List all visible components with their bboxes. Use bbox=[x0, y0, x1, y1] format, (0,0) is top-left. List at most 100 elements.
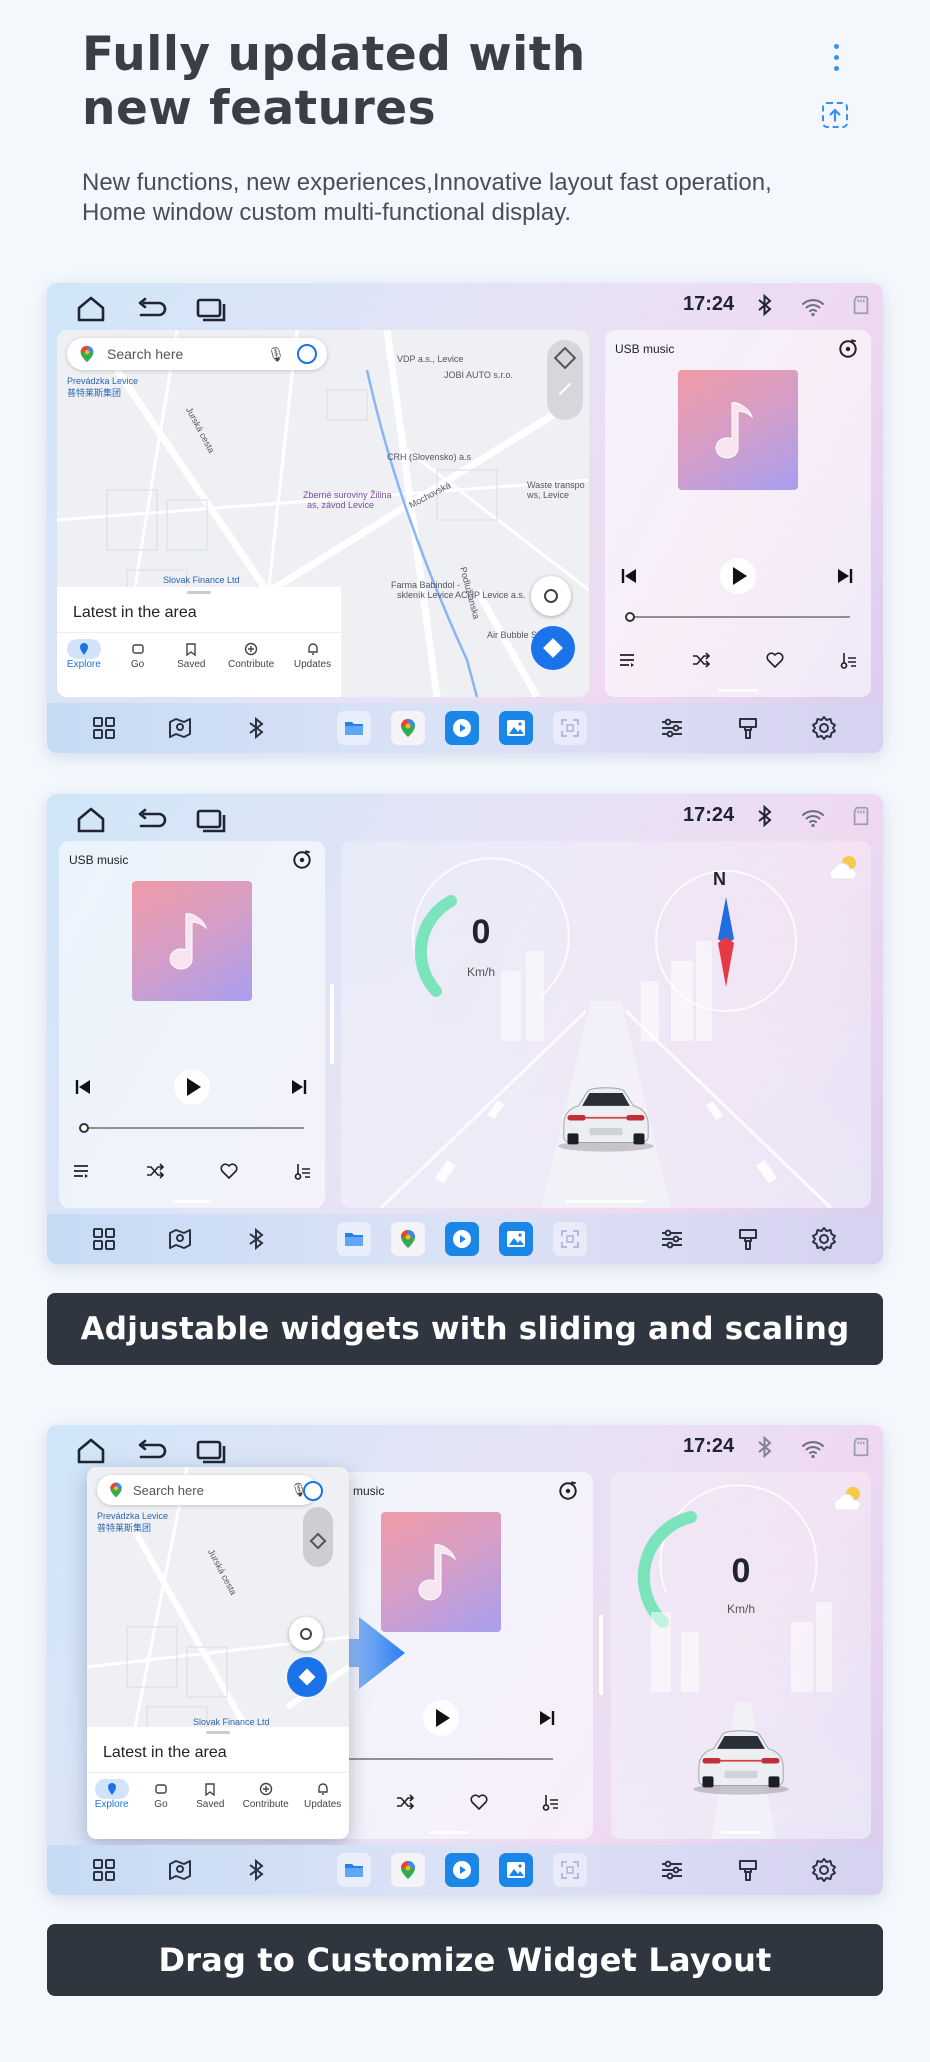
map-widget-dragging[interactable]: Search here 🎙 Prevádzka Levice 普特莱斯集团 Ju… bbox=[87, 1467, 349, 1839]
back-icon[interactable] bbox=[135, 1437, 167, 1470]
settings-sliders-icon[interactable] bbox=[659, 715, 685, 741]
media-player-app[interactable] bbox=[445, 1853, 479, 1887]
progress-thumb[interactable] bbox=[79, 1123, 89, 1133]
layers-icon[interactable] bbox=[309, 1532, 327, 1550]
bluetooth-icon[interactable] bbox=[243, 1226, 269, 1252]
settings-gear-icon[interactable] bbox=[811, 715, 837, 741]
account-icon[interactable] bbox=[303, 1481, 323, 1501]
screenshot-app[interactable] bbox=[553, 711, 587, 745]
map-search-bar[interactable]: Search here 🎙 bbox=[97, 1475, 317, 1505]
settings-gear-icon[interactable] bbox=[811, 1857, 837, 1883]
theme-brush-icon[interactable] bbox=[735, 1857, 761, 1883]
weather-icon[interactable] bbox=[825, 853, 865, 888]
widget-handle[interactable] bbox=[718, 689, 758, 692]
media-player-app[interactable] bbox=[445, 711, 479, 745]
sheet-handle[interactable] bbox=[206, 1731, 230, 1734]
navigation-icon[interactable] bbox=[167, 1226, 193, 1252]
tab-go[interactable]: Go bbox=[121, 639, 155, 670]
equalizer-icon[interactable] bbox=[541, 1792, 561, 1817]
recent-apps-icon[interactable] bbox=[195, 806, 227, 839]
tab-go[interactable]: Go bbox=[144, 1779, 178, 1810]
widget-handle[interactable] bbox=[565, 1200, 645, 1203]
progress-track[interactable] bbox=[84, 1127, 304, 1129]
layers-control[interactable] bbox=[303, 1507, 333, 1567]
more-options-icon[interactable] bbox=[830, 44, 842, 80]
back-icon[interactable] bbox=[135, 806, 167, 839]
progress-track[interactable] bbox=[333, 1758, 553, 1760]
tab-updates[interactable]: Updates bbox=[304, 1779, 341, 1810]
progress-thumb[interactable] bbox=[625, 612, 635, 622]
screenshot-app[interactable] bbox=[553, 1853, 587, 1887]
settings-sliders-icon[interactable] bbox=[659, 1857, 685, 1883]
music-widget[interactable]: USB music bbox=[59, 841, 325, 1208]
theme-brush-icon[interactable] bbox=[735, 715, 761, 741]
resize-handle[interactable] bbox=[330, 984, 334, 1064]
widget-handle[interactable] bbox=[721, 1831, 761, 1834]
music-source-icon[interactable] bbox=[557, 1480, 579, 1507]
tab-contribute[interactable]: Contribute bbox=[243, 1779, 289, 1810]
google-maps-app[interactable] bbox=[391, 1853, 425, 1887]
favorite-icon[interactable] bbox=[469, 1792, 489, 1817]
next-track-button[interactable] bbox=[289, 1077, 309, 1102]
account-icon[interactable] bbox=[297, 344, 317, 364]
gallery-app[interactable] bbox=[499, 1222, 533, 1256]
recent-apps-icon[interactable] bbox=[195, 1437, 227, 1470]
search-placeholder[interactable]: Search here bbox=[133, 1483, 290, 1498]
bluetooth-icon[interactable] bbox=[243, 715, 269, 741]
driving-dashboard-widget[interactable]: 0 Km/h bbox=[611, 1472, 871, 1839]
tab-explore[interactable]: Explore bbox=[66, 639, 101, 670]
mic-icon[interactable]: 🎙 bbox=[267, 346, 285, 363]
layers-icon[interactable] bbox=[553, 346, 577, 370]
file-manager-app[interactable] bbox=[337, 1222, 371, 1256]
shuffle-icon[interactable] bbox=[395, 1792, 415, 1817]
recent-apps-icon[interactable] bbox=[195, 295, 227, 328]
directions-button[interactable] bbox=[531, 626, 575, 670]
app-grid-icon[interactable] bbox=[91, 1857, 117, 1883]
home-icon[interactable] bbox=[75, 295, 107, 328]
play-button[interactable] bbox=[718, 556, 758, 601]
settings-gear-icon[interactable] bbox=[811, 1226, 837, 1252]
media-player-app[interactable] bbox=[445, 1222, 479, 1256]
music-source-icon[interactable] bbox=[837, 338, 859, 365]
navigation-icon[interactable] bbox=[167, 1857, 193, 1883]
music-source-icon[interactable] bbox=[291, 849, 313, 876]
next-track-button[interactable] bbox=[537, 1708, 557, 1733]
music-widget[interactable]: USB music bbox=[605, 330, 871, 697]
search-placeholder[interactable]: Search here bbox=[107, 346, 267, 362]
shuffle-icon[interactable] bbox=[691, 650, 711, 675]
back-icon[interactable] bbox=[135, 295, 167, 328]
previous-track-button[interactable] bbox=[619, 566, 639, 591]
driving-dashboard-widget[interactable]: 0 Km/h N bbox=[341, 841, 871, 1208]
google-maps-app[interactable] bbox=[391, 711, 425, 745]
screenshot-app[interactable] bbox=[553, 1222, 587, 1256]
map-search-bar[interactable]: Search here 🎙 bbox=[67, 338, 327, 370]
app-grid-icon[interactable] bbox=[91, 715, 117, 741]
file-manager-app[interactable] bbox=[337, 1853, 371, 1887]
theme-brush-icon[interactable] bbox=[735, 1226, 761, 1252]
file-manager-app[interactable] bbox=[337, 711, 371, 745]
equalizer-icon[interactable] bbox=[839, 650, 859, 675]
home-icon[interactable] bbox=[75, 806, 107, 839]
directions-button[interactable] bbox=[287, 1657, 327, 1697]
equalizer-icon[interactable] bbox=[293, 1161, 313, 1186]
tab-updates[interactable]: Updates bbox=[294, 639, 331, 670]
shuffle-icon[interactable] bbox=[145, 1161, 165, 1186]
tab-contribute[interactable]: Contribute bbox=[228, 639, 274, 670]
playlist-icon[interactable] bbox=[71, 1161, 91, 1186]
previous-track-button[interactable] bbox=[73, 1077, 93, 1102]
weather-icon[interactable] bbox=[829, 1484, 869, 1519]
bluetooth-icon[interactable] bbox=[243, 1857, 269, 1883]
favorite-icon[interactable] bbox=[765, 650, 785, 675]
favorite-icon[interactable] bbox=[219, 1161, 239, 1186]
map-widget[interactable]: Search here 🎙 Prevádzka Levice 普特莱斯集团 VD… bbox=[57, 330, 589, 697]
next-track-button[interactable] bbox=[835, 566, 855, 591]
layers-control[interactable] bbox=[547, 340, 583, 420]
progress-track[interactable] bbox=[630, 616, 850, 618]
resize-handle[interactable] bbox=[599, 1615, 603, 1695]
play-button[interactable] bbox=[172, 1067, 212, 1112]
sheet-handle[interactable] bbox=[187, 591, 211, 594]
widget-handle[interactable] bbox=[429, 1831, 469, 1834]
map-bottom-sheet[interactable]: Latest in the area Explore Go Saved Cont… bbox=[57, 587, 341, 697]
my-location-button[interactable] bbox=[531, 576, 571, 616]
gallery-app[interactable] bbox=[499, 1853, 533, 1887]
